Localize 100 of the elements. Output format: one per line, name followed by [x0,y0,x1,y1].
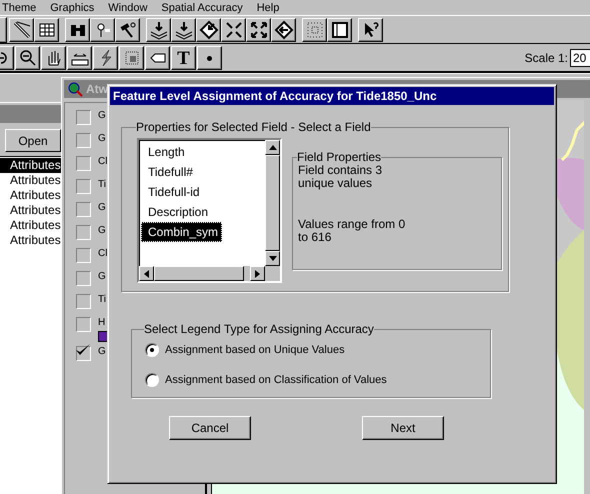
radio-button[interactable] [145,342,159,356]
scroll-up-button[interactable] [265,140,280,155]
diamond-arrow-icon [198,20,218,40]
legend-label: G [98,271,106,283]
legend-label: Ti [98,294,106,306]
pencil-icon [12,20,32,40]
field-list[interactable]: Length Tidefull# Tidefull-id Description Combin_sym [137,138,282,283]
up-arrow-icon [268,145,276,150]
group-label: Select Legend Type for Assigning Accuracy [144,322,374,336]
window-title: Atw [86,82,108,96]
scale-label: Scale 1: [524,51,568,65]
checkbox[interactable] [76,179,91,194]
property-text: Values range from 0 to 616 [298,218,406,244]
toolbar-button[interactable] [145,46,170,70]
left-arrow-icon [144,270,149,278]
property-text: Field contains 3 unique values [298,164,384,190]
legend-label: G [98,202,106,214]
toolbar-button[interactable] [90,18,115,42]
list-item[interactable]: Tidefull-id [141,182,204,202]
menu-item[interactable]: Theme [2,2,36,14]
legend-label: Cl [98,156,108,168]
toolbar-button[interactable] [65,18,90,42]
check-icon [75,343,91,357]
list-item[interactable]: Attributes [0,203,61,218]
scale-field[interactable]: 20 [570,49,590,67]
toolbar-button[interactable] [15,46,40,70]
legend-label: G [98,346,106,358]
scroll-right-button[interactable] [250,266,265,281]
group-label: Properties for Selected Field - Select a Field [136,120,371,134]
scrollbar[interactable] [139,266,280,281]
toolbar-button[interactable] [197,46,222,70]
down-arrow-icon [268,256,276,261]
legend-label: Ti [98,179,106,191]
toolbar-button[interactable] [246,18,271,42]
list-item[interactable]: Attributes [0,173,61,188]
zoom-out-icon [18,48,38,68]
text-tool-button[interactable]: T [171,46,196,70]
list-item[interactable]: Attributes [0,158,61,173]
legend-label: G [98,110,106,122]
right-arrow-icon [255,270,260,278]
radio-option[interactable]: Assignment based on Unique Values [145,340,490,359]
open-button[interactable]: Open [5,129,61,152]
toolbar-button[interactable] [221,18,246,42]
toolbar-button[interactable] [358,18,383,42]
toolbar-button[interactable] [34,18,59,42]
toolbar-button[interactable] [0,17,7,43]
checkbox[interactable] [76,156,91,171]
toolbar-button[interactable] [115,18,140,42]
point-icon [207,56,212,60]
toolbar-button[interactable] [67,46,92,70]
list-item[interactable]: Combin_sym [141,222,222,242]
radio-option[interactable]: Assignment based on Classification of Values [145,370,490,389]
zoom-in-icon [0,52,8,64]
legend-label: G [98,225,106,237]
toolbar-button[interactable] [119,46,144,70]
checkbox[interactable] [76,294,91,309]
menu-item[interactable]: Spatial Accuracy [161,2,243,14]
checkbox[interactable] [76,110,91,125]
toolbar-button[interactable] [93,46,118,70]
checkbox[interactable] [76,133,91,148]
toolbar-button[interactable] [196,18,221,42]
legend-label: G [98,133,106,145]
checkbox[interactable] [76,346,91,361]
list-item[interactable]: Length [141,142,189,162]
checkbox[interactable] [76,248,91,263]
checkbox[interactable] [76,202,91,217]
menu-item[interactable]: Window [108,2,148,14]
panel-icon [330,20,350,40]
dotted-square-icon [304,20,324,40]
toolbar-button[interactable] [302,18,327,42]
group-label: Field Properties [297,150,382,164]
toolbar-button[interactable] [271,18,296,42]
toolbar-button[interactable] [0,46,14,70]
toolbar-button[interactable] [9,18,34,42]
layers-icon [174,20,194,40]
toolbar-button[interactable] [146,18,171,42]
checkbox[interactable] [76,271,91,286]
legend-label: Cl [98,248,108,260]
list-item[interactable]: Attributes [0,233,61,248]
shrink-icon [224,20,244,40]
list-item[interactable]: Attributes [0,218,61,233]
scroll-down-button[interactable] [265,251,280,266]
toolbar-button[interactable] [171,18,196,42]
dialog-button[interactable]: Next [362,416,444,440]
radio-button[interactable] [145,372,159,386]
toolbar-button[interactable] [327,18,352,42]
scrollbar[interactable] [265,140,280,266]
list-item[interactable]: Attributes [0,188,61,203]
list-item[interactable]: Description [141,202,212,222]
menu-item[interactable]: Graphics [50,2,94,14]
checkbox[interactable] [76,225,91,240]
checkbox[interactable] [76,317,91,332]
list-item[interactable]: Tidefull# [141,162,197,182]
menu-item[interactable]: Help [256,2,280,14]
dialog-button[interactable]: Cancel [169,416,251,440]
scroll-left-button[interactable] [139,266,154,281]
hammer-icon [118,20,138,40]
title-bar [0,105,61,123]
toolbar-button[interactable] [41,46,66,70]
layers-icon [148,20,168,40]
